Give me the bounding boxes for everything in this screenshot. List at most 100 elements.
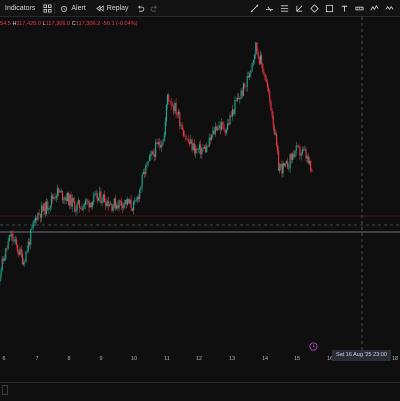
x-tick: 11: [164, 356, 170, 362]
candle-body: [74, 201, 75, 211]
candle-body: [153, 151, 154, 154]
candle-body: [222, 123, 223, 125]
candle-body: [12, 234, 13, 242]
candle-body: [211, 135, 212, 140]
templates-grid-icon[interactable]: [40, 0, 54, 17]
candle-body: [193, 143, 194, 149]
candle-body: [294, 151, 295, 157]
candle-body: [187, 139, 188, 140]
candle-body: [46, 202, 47, 215]
candle-body: [262, 64, 263, 72]
candle-body: [203, 148, 204, 149]
price-chart[interactable]: [0, 17, 400, 353]
ohlc-legend: 54.5 H117,420.0 L117,306.0 C117,306.2 -5…: [0, 21, 138, 27]
text-tool-icon[interactable]: [337, 0, 351, 17]
legend-high-value: 117,420.0: [17, 21, 41, 27]
candle-body: [248, 76, 249, 78]
candle-body: [25, 251, 26, 262]
candle-body: [207, 146, 208, 147]
candle-body: [223, 124, 224, 129]
candle-body: [62, 191, 63, 200]
x-tick: 12: [196, 356, 202, 362]
candle-body: [133, 202, 134, 211]
forecast-icon[interactable]: [367, 0, 381, 17]
candle-body: [16, 239, 17, 244]
candle-body: [160, 145, 161, 147]
measure-icon[interactable]: [292, 0, 306, 17]
candle-body: [287, 161, 288, 169]
candle-body: [198, 149, 199, 150]
alert-button[interactable]: Alert: [55, 0, 90, 17]
candle-body: [307, 156, 308, 158]
candle-body: [161, 144, 162, 148]
pattern-icon[interactable]: [307, 0, 321, 17]
candle-body: [299, 147, 300, 156]
candle-body: [31, 228, 32, 229]
rectangle-icon[interactable]: [322, 0, 336, 17]
candle-body: [106, 201, 107, 206]
candle-body: [47, 202, 48, 210]
candle-body: [9, 235, 10, 242]
candle-body: [114, 199, 115, 206]
candle-body: [231, 115, 232, 116]
candle-body: [40, 214, 41, 217]
candle-body: [2, 259, 3, 271]
fib-retracement-icon[interactable]: [277, 0, 291, 17]
candle-body: [196, 149, 197, 150]
panel-handle[interactable]: [2, 385, 8, 395]
indicators-button[interactable]: Indicators: [0, 0, 40, 17]
drawing-tools: [247, 0, 396, 17]
candle-body: [308, 156, 309, 163]
candle-body: [92, 202, 93, 207]
candle-body: [81, 209, 82, 210]
candle-body: [83, 206, 84, 210]
candle-body: [200, 144, 201, 154]
candle-body: [94, 194, 95, 195]
undo-icon[interactable]: [134, 0, 148, 17]
candle-body: [272, 111, 273, 116]
candle-body: [21, 249, 22, 254]
candle-body: [171, 102, 172, 105]
x-tick: 6: [2, 356, 5, 362]
horizontal-line-icon[interactable]: [262, 0, 276, 17]
candle-body: [237, 98, 238, 101]
candle-body: [18, 252, 19, 255]
candle-body: [220, 125, 221, 129]
candle-body: [55, 197, 56, 198]
candle-body: [28, 242, 29, 251]
candle-body: [129, 200, 130, 204]
redo-icon[interactable]: [148, 0, 162, 17]
candle-body: [183, 130, 184, 135]
candle-body: [90, 203, 91, 208]
candle-body: [243, 83, 244, 95]
candle-body: [281, 164, 282, 173]
candle-body: [86, 201, 87, 202]
candle-body: [36, 218, 37, 220]
candle-body: [84, 205, 85, 206]
candle-body: [142, 174, 143, 186]
candle-body: [221, 123, 222, 130]
candle-body: [93, 195, 94, 202]
candle-body: [98, 197, 99, 200]
candle-body: [214, 131, 215, 134]
candle-body: [37, 213, 38, 220]
candle-body: [263, 72, 264, 74]
brush-icon[interactable]: [382, 0, 396, 17]
candle-body: [5, 248, 6, 259]
candle-body: [238, 98, 239, 99]
ruler-icon[interactable]: [352, 0, 366, 17]
timezone-clock-icon[interactable]: [309, 342, 318, 351]
candle-body: [255, 43, 256, 55]
replay-button[interactable]: Replay: [91, 0, 134, 17]
candle-body: [17, 245, 18, 252]
trend-line-icon[interactable]: [247, 0, 261, 17]
candle-body: [132, 208, 133, 210]
x-tick: 15: [294, 356, 300, 362]
candle-body: [280, 164, 281, 166]
candle-body: [288, 168, 289, 169]
candle-body: [293, 154, 294, 157]
candle-body: [304, 149, 305, 150]
candle-body: [266, 80, 267, 82]
candle-body: [241, 90, 242, 98]
candle-body: [182, 125, 183, 130]
